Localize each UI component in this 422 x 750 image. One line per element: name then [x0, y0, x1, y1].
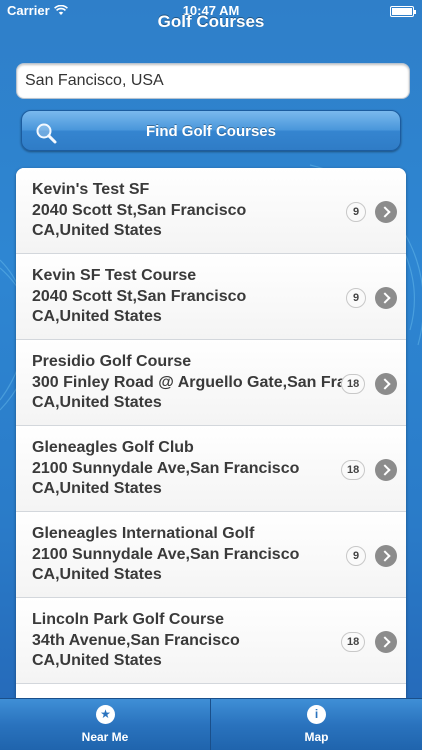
- holes-badge: 18: [341, 374, 366, 394]
- list-item[interactable]: Kevin's Test SF 2040 Scott St,San Franci…: [16, 168, 406, 254]
- page-title: Golf Courses: [157, 12, 265, 31]
- chevron-right-icon[interactable]: [375, 201, 397, 223]
- tab-label: Map: [304, 730, 329, 744]
- list-item[interactable]: Kevin SF Test Course 2040 Scott St,San F…: [16, 254, 406, 340]
- holes-badge: 9: [346, 202, 366, 222]
- list-item[interactable]: Lincoln Park Golf Course 34th Avenue,San…: [16, 598, 406, 684]
- course-name: Gleneagles Golf Club: [32, 439, 194, 456]
- chevron-right-icon[interactable]: [375, 373, 397, 395]
- course-name: Kevin SF Test Course: [32, 267, 197, 284]
- chevron-right-icon[interactable]: [375, 631, 397, 653]
- course-name: Lincoln Park Golf Course: [32, 611, 225, 628]
- tab-near-me[interactable]: ★ Near Me: [0, 699, 211, 750]
- course-region: CA,United States: [32, 566, 162, 583]
- course-address: 2040 Scott St,San Francisco: [32, 287, 247, 305]
- list-item[interactable]: Gleneagles Golf Club 2100 Sunnydale Ave,…: [16, 426, 406, 512]
- find-golf-courses-button[interactable]: Find Golf Courses: [21, 110, 401, 151]
- chevron-right-icon[interactable]: [375, 459, 397, 481]
- list-item[interactable]: Gleneagles International Golf 2100 Sunny…: [16, 512, 406, 598]
- course-address: 34th Avenue,San Francisco: [32, 631, 240, 649]
- course-name: Gleneagles International Golf: [32, 525, 255, 542]
- chevron-right-icon[interactable]: [375, 287, 397, 309]
- course-text: Gleneagles International Golf 2100 Sunny…: [32, 524, 398, 586]
- holes-badge: 18: [341, 632, 366, 652]
- course-list: Kevin's Test SF 2040 Scott St,San Franci…: [16, 168, 406, 698]
- course-text: Kevin SF Test Course 2040 Scott St,San F…: [32, 266, 398, 328]
- course-region: CA,United States: [32, 480, 162, 497]
- course-name: Kevin's Test SF: [32, 181, 150, 198]
- holes-badge: 9: [346, 288, 366, 308]
- course-region: CA,United States: [32, 308, 162, 325]
- tab-map[interactable]: i Map: [211, 699, 422, 750]
- course-region: CA,United States: [32, 652, 162, 669]
- list-item[interactable]: Presidio Golf Course 300 Finley Road @ A…: [16, 340, 406, 426]
- course-region: CA,United States: [32, 394, 162, 411]
- course-text: Kevin's Test SF 2040 Scott St,San Franci…: [32, 180, 398, 242]
- find-button-label: Find Golf Courses: [145, 123, 276, 140]
- course-name: Presidio Golf Course: [32, 353, 192, 370]
- star-icon: ★: [96, 705, 115, 724]
- course-region: CA,United States: [32, 222, 162, 239]
- course-address: 300 Finley Road @ Arguello Gate,San Fran…: [32, 373, 368, 391]
- holes-badge: 9: [346, 546, 366, 566]
- search-input[interactable]: [16, 63, 410, 99]
- course-address: 2100 Sunnydale Ave,San Francisco: [32, 545, 300, 563]
- holes-badge: 18: [341, 460, 366, 480]
- tab-bar: ★ Near Me i Map: [0, 698, 422, 750]
- info-icon: i: [307, 705, 326, 724]
- course-address: 2100 Sunnydale Ave,San Francisco: [32, 459, 300, 477]
- tab-label: Near Me: [81, 730, 129, 744]
- chevron-right-icon[interactable]: [375, 545, 397, 567]
- course-address: 2040 Scott St,San Francisco: [32, 201, 247, 219]
